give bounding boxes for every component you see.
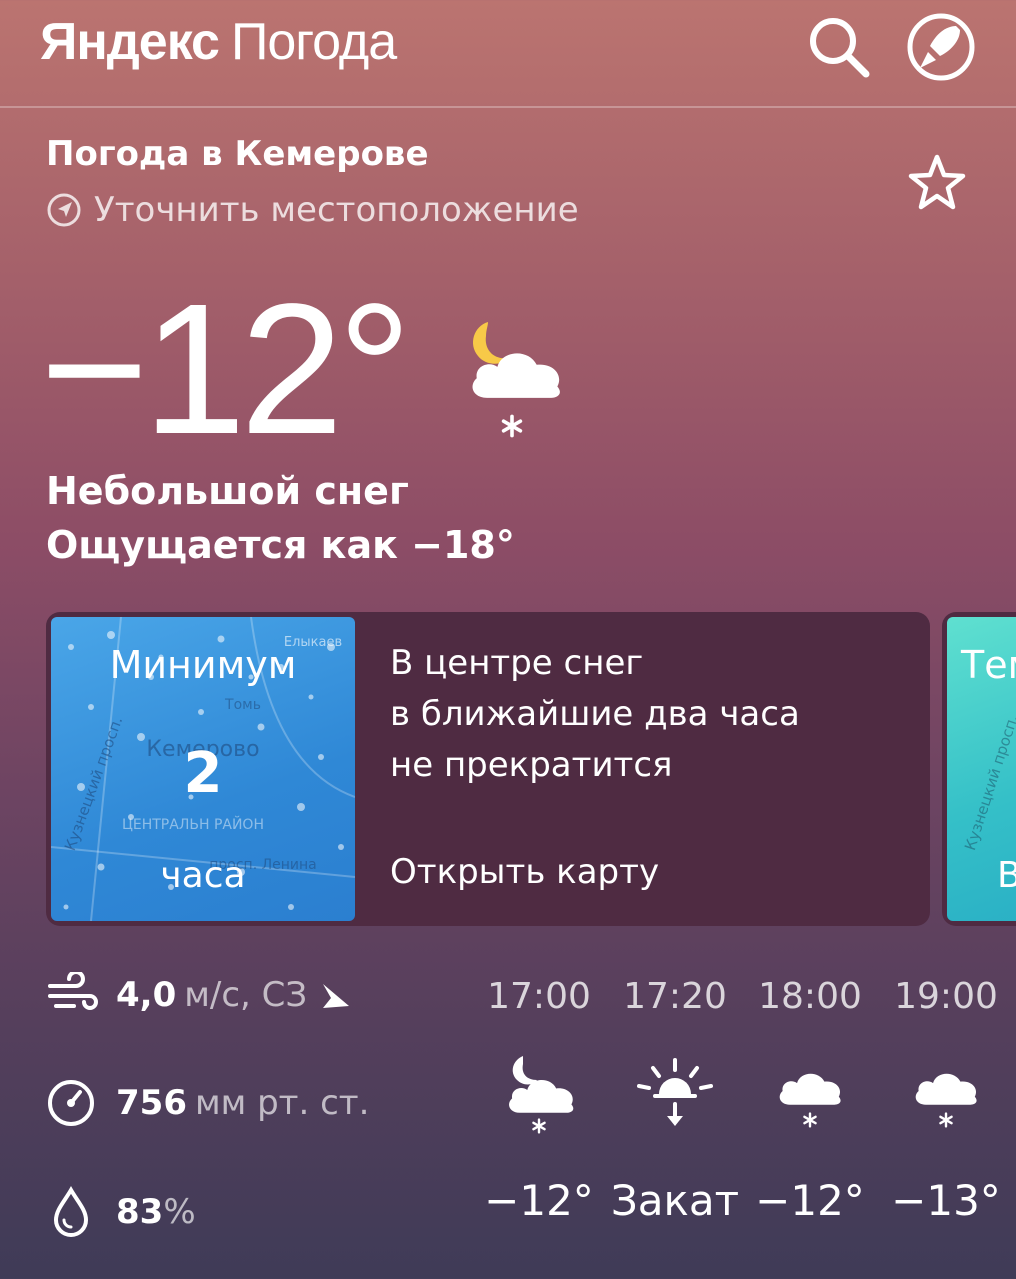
wind-icon [48,972,98,1010]
hourly-time: 17:00 [487,976,591,1017]
wind-value: 4,0 [116,975,177,1015]
water-drop-icon [53,1186,89,1237]
brand-bold: Яндекс [40,13,220,71]
next-card-map: Тем Кузнецкий просп. В [947,617,1016,921]
app-header: Яндекс Погода [0,0,1016,108]
brand-logo[interactable]: Яндекс Погода [40,12,397,72]
location-arrow-icon [47,193,81,227]
cloud-snow-icon [770,1056,850,1136]
map-unit-label: часа [160,855,246,896]
pressure-stat: 756 мм рт. ст. [46,1078,369,1128]
pressure-gauge-icon [48,1080,94,1126]
pressure-value: 756 [116,1083,187,1123]
next-card-bottom: В [997,855,1016,896]
next-card-street: Кузнецкий просп. [961,712,1016,853]
hourly-time: 17:20 [623,976,727,1017]
humidity-stat: 83 % [46,1186,196,1238]
moon-cloud-snow-icon [499,1056,579,1136]
current-temperature: −12° [40,266,412,473]
condition-text: Небольшой снег [46,469,409,513]
next-card-label: Тем [961,643,1016,687]
pressure-unit: мм рт. ст. [194,1083,370,1123]
humidity-value: 83 [116,1192,164,1232]
nowcast-message: В центре снег в ближайшие два часа не пр… [390,643,800,785]
precipitation-map: ЦЕНТРАЛЬН РАЙОН Кемерово просп. Ленина Т… [51,617,355,921]
feels-like-text: Ощущается как −18° [46,523,515,567]
next-card[interactable]: Тем Кузнецкий просп. В [942,612,1016,926]
wind-stat: 4,0 м/с, СЗ [46,972,353,1018]
refine-location-label: Уточнить местоположение [94,190,579,230]
wind-direction-icon [323,984,350,1008]
map-number: 2 [183,741,223,806]
humidity-unit: % [163,1192,196,1232]
hourly-time: 18:00 [758,976,862,1017]
map-label-district: ЦЕНТРАЛЬН РАЙОН [122,817,264,833]
location-title: Погода в Кемерове [46,134,429,174]
refine-location-link[interactable]: Уточнить местоположение [46,190,579,230]
moon-cloud-snow-icon [446,318,576,448]
brand-light: Погода [230,13,397,71]
hourly-value: −13° [891,1176,1001,1225]
hourly-value: −12° [755,1176,865,1225]
hourly-value: Закат [610,1176,740,1225]
hourly-time: 19:00 [894,976,998,1017]
nowcast-card[interactable]: ЦЕНТРАЛЬН РАЙОН Кемерово просп. Ленина Т… [46,612,930,926]
hourly-value: −12° [484,1176,594,1225]
open-map-link[interactable]: Открыть карту [390,852,659,892]
map-min-label: Минимум [109,643,297,687]
sunset-icon [635,1056,715,1136]
wind-unit: м/с, СЗ [184,975,308,1015]
rocket-icon[interactable] [906,12,976,82]
search-icon[interactable] [804,12,874,82]
condition-block: Небольшой снег Ощущается как −18° [46,464,515,572]
favorite-star-icon[interactable] [906,152,968,214]
cloud-snow-icon [906,1056,986,1136]
